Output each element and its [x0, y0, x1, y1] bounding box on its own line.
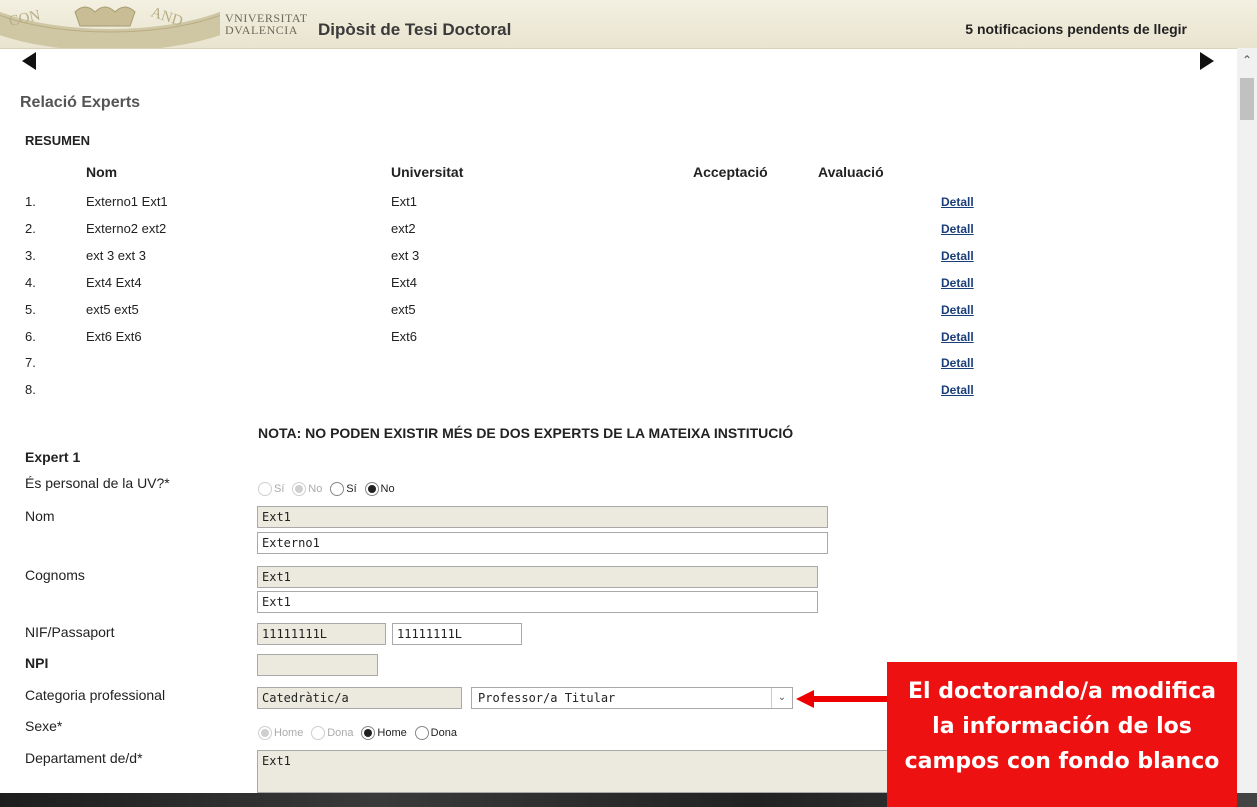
expert-title: Expert 1	[25, 449, 81, 465]
sexe-home-radio[interactable]	[361, 726, 376, 741]
row-universitat: ext5	[391, 301, 416, 317]
table-row: 8. Detall	[0, 382, 1000, 408]
sexe-original-home-radio	[258, 726, 272, 741]
detail-link[interactable]: Detall	[941, 276, 974, 290]
row-number: 3.	[25, 247, 36, 263]
page-title: Relació Experts	[20, 94, 141, 111]
column-header-universitat: Universitat	[391, 164, 464, 180]
red-arrowhead-icon	[796, 690, 814, 708]
sexe-label: Sexe*	[25, 718, 63, 734]
resumen-heading: RESUMEN	[25, 133, 91, 148]
row-number: 5.	[25, 301, 36, 317]
table-row: 7. Detall	[0, 355, 1000, 381]
row-nom: Ext6 Ext6	[86, 328, 142, 344]
scroll-up-icon[interactable]: ⌃	[1241, 54, 1253, 66]
annotation-callout: El doctorando/a modifica la información …	[887, 662, 1237, 807]
nif-original-field: 11111111L	[257, 623, 386, 645]
note-text: NOTA: NO PODEN EXISTIR MÉS DE DOS EXPERT…	[258, 425, 794, 441]
detail-link[interactable]: Detall	[941, 383, 974, 397]
table-row: 1. Externo1 Ext1 Ext1 Detall	[0, 194, 1000, 220]
row-universitat: Ext4	[391, 274, 418, 290]
row-nom: Externo2 ext2	[86, 220, 167, 236]
notifications-link[interactable]: 5 notificacions pendents de llegir	[965, 21, 1187, 37]
cognoms-original-field: Ext1	[257, 566, 818, 588]
next-arrow-icon[interactable]	[1200, 52, 1214, 70]
chevron-down-icon[interactable]: ⌄	[771, 688, 792, 708]
sexe-original-dona-radio	[311, 726, 326, 741]
uv-personal-radio-group: Sí No Sí No	[258, 480, 399, 497]
row-number: 8.	[25, 382, 36, 398]
uv-original-si-radio	[258, 482, 272, 497]
row-nom: ext5 ext5	[86, 301, 139, 317]
uv-no-radio[interactable]	[364, 482, 379, 497]
row-nom: ext 3 ext 3	[86, 247, 146, 263]
nom-original-field: Ext1	[257, 506, 828, 528]
categoria-label: Categoria professional	[25, 687, 166, 703]
detail-link[interactable]: Detall	[941, 303, 974, 317]
detail-link[interactable]: Detall	[941, 195, 974, 209]
row-number: 4.	[25, 274, 36, 290]
column-header-nom: Nom	[86, 164, 118, 180]
nif-input[interactable]: 11111111L	[392, 623, 522, 645]
header-bar: CON AND VNIVERSITAT DVALENCIA Dipòsit de…	[0, 0, 1257, 49]
sexe-dona-radio[interactable]	[414, 726, 429, 741]
categoria-original-field: Catedràtic/a	[257, 687, 462, 709]
scrollbar-thumb[interactable]	[1240, 78, 1254, 120]
detail-link[interactable]: Detall	[941, 356, 974, 370]
row-number: 2.	[25, 220, 36, 236]
row-number: 7.	[25, 355, 36, 371]
vertical-scrollbar[interactable]	[1237, 48, 1257, 793]
column-header-acceptacio: Acceptació	[693, 164, 768, 180]
column-header-avaluacio: Avaluació	[818, 164, 884, 180]
nom-input[interactable]: Externo1	[257, 532, 828, 554]
uv-original-no-radio	[292, 482, 307, 497]
nif-label: NIF/Passaport	[25, 624, 115, 640]
row-number: 1.	[25, 194, 36, 209]
red-arrow-icon	[812, 696, 898, 702]
row-universitat: Ext6	[391, 328, 418, 344]
detail-link[interactable]: Detall	[941, 249, 974, 263]
app-title: Dipòsit de Tesi Doctoral	[318, 20, 512, 39]
row-nom: Externo1 Ext1	[86, 194, 168, 209]
categoria-select[interactable]: Professor/a Titular ⌄	[471, 687, 793, 709]
previous-arrow-icon[interactable]	[22, 52, 36, 70]
cognoms-label: Cognoms	[25, 567, 85, 583]
table-row: 3. ext 3 ext 3 ext 3 Detall	[0, 248, 1000, 274]
cognoms-input[interactable]: Ext1	[257, 591, 818, 613]
uv-si-radio[interactable]	[330, 482, 345, 497]
row-number: 6.	[25, 328, 36, 344]
npi-original-field	[257, 654, 378, 676]
row-nom: Ext4 Ext4	[86, 274, 142, 290]
row-universitat: Ext1	[391, 194, 418, 209]
table-row: 2. Externo2 ext2 ext2 Detall	[0, 221, 1000, 247]
row-universitat: ext 3	[391, 247, 420, 263]
row-universitat: ext2	[391, 220, 416, 236]
university-seal-logo: CON AND	[0, 0, 220, 48]
detail-link[interactable]: Detall	[941, 330, 974, 344]
departament-label: Departament de/d*	[25, 750, 143, 766]
npi-label: NPI	[25, 655, 49, 671]
table-row: 5. ext5 ext5 ext5 Detall	[0, 302, 1000, 328]
detail-link[interactable]: Detall	[941, 222, 974, 236]
departament-original-field: Ext1	[257, 750, 897, 793]
table-row: 4. Ext4 Ext4 Ext4 Detall	[0, 275, 1000, 301]
table-row: 6. Ext6 Ext6 Ext6 Detall	[0, 329, 1000, 355]
uv-personal-label: És personal de la UV?*	[25, 475, 170, 491]
university-logo-text: VNIVERSITAT DVALENCIA	[225, 11, 308, 37]
sexe-radio-group: Home Dona Home Dona	[258, 724, 461, 741]
nom-label: Nom	[25, 508, 55, 524]
